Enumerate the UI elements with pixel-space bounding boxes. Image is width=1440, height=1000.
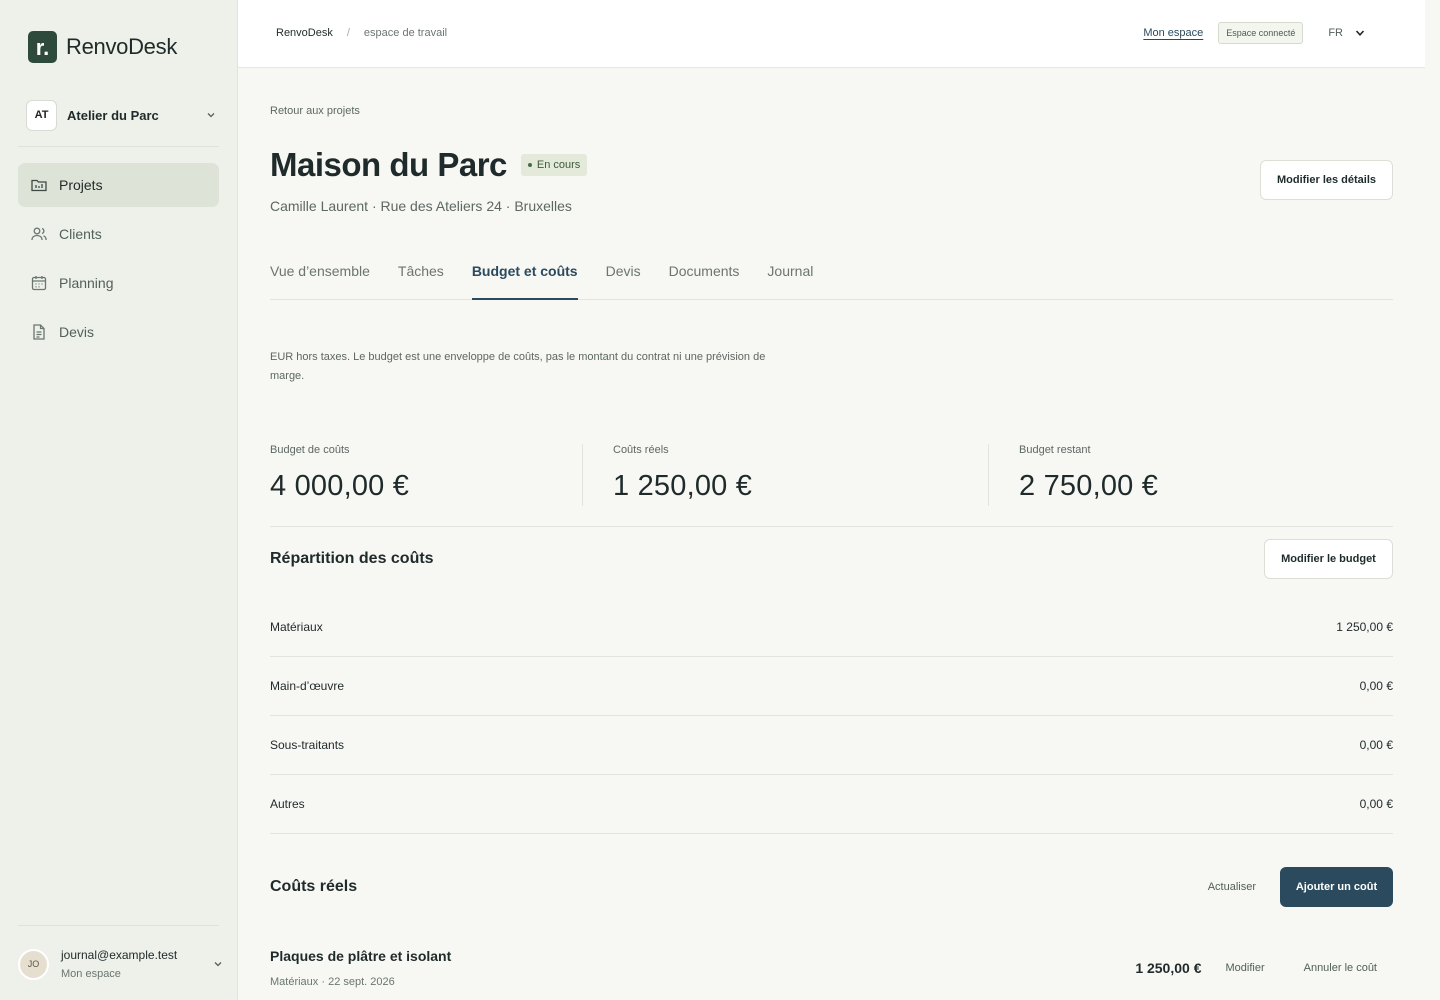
avatar: JO	[18, 948, 49, 980]
my-space-link[interactable]: Mon espace	[1143, 27, 1203, 39]
category-amount: 0,00 €	[1359, 738, 1393, 752]
language-selector[interactable]: FR	[1328, 27, 1365, 39]
list-item: Main-d’œuvre 0,00 €	[270, 657, 1393, 716]
user-email: journal@example.test	[61, 948, 178, 962]
org-name: Atelier du Parc	[67, 107, 159, 123]
stat-value: 1 250,00 €	[613, 470, 753, 502]
edit-details-button[interactable]: Modifier les détails	[1260, 160, 1393, 200]
tab-quotes[interactable]: Devis	[606, 248, 641, 300]
chevron-down-icon	[1355, 30, 1365, 36]
connected-badge: Espace connecté	[1218, 22, 1304, 44]
add-cost-button[interactable]: Ajouter un coût	[1280, 867, 1393, 907]
breakdown-header: Répartition des coûts Modifier le budget	[270, 539, 1393, 579]
budget-note: EUR hors taxes. Le budget est une envelo…	[270, 351, 766, 382]
project-header: Maison du Parc En cours	[270, 146, 588, 184]
list-item: Sous-traitants 0,00 €	[270, 716, 1393, 775]
status-badge: En cours	[520, 154, 588, 176]
list-item: Matériaux 1 250,00 €	[270, 598, 1393, 657]
user-menu[interactable]: JO journal@example.test Mon espace	[18, 944, 223, 984]
tab-overview[interactable]: Vue d’ensemble	[270, 248, 370, 300]
edit-cost-button[interactable]: Modifier	[1225, 962, 1264, 974]
chevron-down-icon	[207, 113, 215, 118]
stat-label: Budget restant	[1019, 444, 1091, 456]
breadcrumb: RenvoDesk / espace de travail	[276, 27, 447, 39]
actual-costs-actions: Actualiser Ajouter un coût	[1208, 867, 1393, 907]
project-subtitle: Camille Laurent · Rue des Ateliers 24 · …	[270, 198, 572, 214]
back-to-projects-link[interactable]: Retour aux projets	[270, 105, 360, 117]
cost-breakdown-list: Matériaux 1 250,00 € Main-d’œuvre 0,00 €…	[270, 598, 1393, 834]
user-info: journal@example.test Mon espace	[61, 948, 213, 980]
category-amount: 0,00 €	[1359, 797, 1393, 811]
sidebar-item-clients[interactable]: Clients	[18, 212, 219, 256]
org-avatar: AT	[26, 99, 57, 131]
list-item: Autres 0,00 €	[270, 775, 1393, 834]
cost-actions: 1 250,00 € Modifier Annuler le coût	[1135, 960, 1393, 976]
sidebar-divider	[18, 146, 219, 147]
sidebar-item-devis[interactable]: Devis	[18, 310, 219, 354]
status-label: En cours	[536, 159, 581, 171]
tab-documents[interactable]: Documents	[669, 248, 740, 300]
table-row: Plaques de plâtre et isolant Matériaux ·…	[270, 948, 1393, 988]
sidebar-nav: Projets Clients Planning Devis	[18, 163, 219, 359]
calendar-icon	[31, 276, 47, 291]
app-name: RenvoDesk	[66, 34, 178, 59]
breadcrumb-root[interactable]: RenvoDesk	[276, 27, 333, 39]
page-title: Maison du Parc	[270, 146, 507, 183]
sidebar: r. RenvoDesk AT Atelier du Parc Projets …	[0, 0, 238, 1000]
language-label: FR	[1328, 27, 1343, 39]
app-logo[interactable]: r. RenvoDesk	[28, 31, 177, 63]
folder-icon	[31, 179, 47, 192]
tab-journal[interactable]: Journal	[767, 248, 813, 300]
cost-meta: Matériaux · 22 sept. 2026	[270, 976, 395, 988]
chevron-down-icon	[214, 962, 222, 967]
category-amount: 0,00 €	[1359, 679, 1393, 693]
refresh-button[interactable]: Actualiser	[1208, 881, 1256, 893]
stat-budget: Budget de coûts 4 000,00 €	[270, 444, 582, 506]
stat-value: 4 000,00 €	[270, 470, 410, 502]
cancel-cost-button[interactable]: Annuler le coût	[1304, 962, 1377, 974]
sidebar-divider	[18, 925, 219, 926]
stat-actual: Coûts réels 1 250,00 €	[583, 444, 988, 506]
sidebar-item-label: Clients	[59, 226, 102, 242]
users-icon	[31, 227, 47, 241]
category-label: Autres	[270, 797, 305, 811]
stat-value: 2 750,00 €	[1019, 470, 1159, 502]
breakdown-title: Répartition des coûts	[270, 550, 434, 567]
sidebar-item-label: Projets	[59, 177, 103, 193]
actual-costs-header: Coûts réels Actualiser Ajouter un coût	[270, 867, 1393, 907]
user-workspace: Mon espace	[61, 968, 121, 980]
edit-budget-button[interactable]: Modifier le budget	[1264, 539, 1393, 579]
stat-remaining: Budget restant 2 750,00 €	[989, 444, 1158, 506]
sidebar-item-planning[interactable]: Planning	[18, 261, 219, 305]
actual-costs-title: Coûts réels	[270, 878, 358, 895]
category-amount: 1 250,00 €	[1336, 620, 1393, 634]
sidebar-item-label: Planning	[59, 275, 114, 291]
document-icon	[33, 324, 45, 340]
stat-label: Budget de coûts	[270, 444, 350, 456]
category-label: Main-d’œuvre	[270, 679, 345, 693]
topbar: RenvoDesk / espace de travail Mon espace…	[238, 0, 1425, 68]
status-dot-icon	[527, 163, 532, 167]
category-label: Matériaux	[270, 620, 323, 634]
topbar-actions: Mon espace Espace connecté FR	[1143, 22, 1365, 44]
sidebar-item-label: Devis	[59, 324, 95, 340]
budget-stats: Budget de coûts 4 000,00 € Coûts réels 1…	[270, 444, 1393, 527]
sidebar-item-projets[interactable]: Projets	[18, 163, 219, 207]
stat-label: Coûts réels	[613, 444, 669, 456]
logo-mark: r.	[28, 31, 57, 63]
organization-switcher[interactable]: AT Atelier du Parc	[26, 99, 216, 131]
project-tabs: Vue d’ensemble Tâches Budget et coûts De…	[270, 248, 1393, 300]
breadcrumb-separator: /	[346, 27, 350, 39]
breadcrumb-current: espace de travail	[363, 27, 448, 39]
category-label: Sous-traitants	[270, 738, 345, 752]
tab-budget[interactable]: Budget et coûts	[471, 248, 578, 300]
cost-amount: 1 250,00 €	[1135, 960, 1202, 976]
tab-tasks[interactable]: Tâches	[398, 248, 444, 300]
